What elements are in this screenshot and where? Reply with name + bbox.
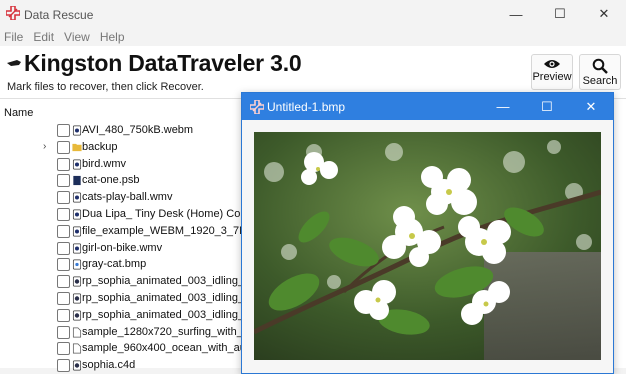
device-title: Kingston DataTraveler 3.0: [24, 50, 302, 76]
video-file-icon: [72, 192, 82, 203]
menu-help[interactable]: Help: [100, 30, 125, 44]
file-name: cat-one.psb: [82, 174, 140, 187]
media-file-icon: [72, 310, 82, 321]
file-checkbox[interactable]: [57, 191, 70, 205]
blank-file-icon: [72, 327, 82, 338]
file-checkbox[interactable]: [57, 308, 70, 322]
file-row[interactable]: cats-play-ball.wmv: [40, 189, 260, 206]
preview-image: [254, 132, 601, 360]
search-button-label: Search: [582, 75, 618, 87]
image-file-icon: [72, 259, 82, 270]
preview-close-button[interactable]: ✕: [569, 93, 613, 120]
menu-edit[interactable]: Edit: [33, 30, 54, 44]
preview-app-logo-icon: [250, 100, 264, 114]
minimize-button[interactable]: —: [494, 0, 538, 28]
file-row[interactable]: cat-one.psb: [40, 172, 260, 189]
instructions-text: Mark files to recover, then click Recove…: [7, 81, 204, 93]
file-name: sample_1280x720_surfing_with_a: [82, 325, 249, 338]
maximize-icon: ☐: [541, 98, 553, 114]
file-checkbox[interactable]: [57, 292, 70, 305]
media-file-icon: [72, 293, 82, 304]
preview-button-label: Preview: [532, 71, 572, 83]
file-checkbox[interactable]: [57, 157, 70, 171]
file-name: file_example_WEBM_1920_3_7M: [82, 224, 249, 237]
app-title: Data Rescue: [24, 8, 94, 22]
close-icon: ✕: [585, 98, 597, 114]
video-file-icon: [72, 226, 82, 237]
file-checkbox[interactable]: [57, 140, 70, 154]
menu-file[interactable]: File: [4, 30, 23, 44]
file-row[interactable]: file_example_WEBM_1920_3_7M: [40, 223, 260, 240]
video-file-icon: [72, 209, 82, 220]
menu-bar: File Edit View Help: [0, 30, 131, 46]
blossom-photo: [254, 132, 601, 360]
file-row[interactable]: rp_sophia_animated_003_idling_: [40, 307, 260, 324]
document-file-icon: [73, 176, 81, 186]
file-checkbox[interactable]: [57, 325, 70, 339]
file-name: rp_sophia_animated_003_idling_: [82, 308, 245, 321]
file-checkbox[interactable]: [57, 241, 70, 255]
preview-window: Untitled-1.bmp — ☐ ✕: [241, 92, 614, 374]
close-icon: ✕: [598, 6, 610, 21]
file-name: cats-play-ball.wmv: [82, 191, 173, 204]
file-checkbox[interactable]: [57, 224, 70, 238]
usb-drive-icon: [7, 60, 21, 66]
file-row[interactable]: sample_1280x720_surfing_with_a: [40, 324, 260, 341]
preview-maximize-button[interactable]: ☐: [525, 93, 569, 120]
file-row[interactable]: bird.wmv: [40, 156, 260, 173]
file-name: gray-cat.bmp: [82, 258, 147, 271]
search-button[interactable]: Search: [579, 54, 621, 90]
file-checkbox[interactable]: [57, 208, 70, 221]
file-name: Dua Lipa_ Tiny Desk (Home) Cor: [82, 208, 245, 220]
file-name: sophia.c4d: [82, 359, 136, 372]
file-name: girl-on-bike.wmv: [82, 241, 163, 254]
preview-minimize-button[interactable]: —: [481, 93, 525, 120]
preview-title: Untitled-1.bmp: [267, 100, 346, 114]
file-row[interactable]: › backup: [40, 139, 260, 156]
file-checkbox[interactable]: [57, 359, 70, 373]
file-name: backup: [82, 140, 118, 153]
file-row[interactable]: Dua Lipa_ Tiny Desk (Home) Cor: [40, 206, 260, 223]
eye-icon: [544, 60, 560, 68]
file-name: sample_960x400_ocean_with_au: [82, 342, 246, 355]
file-checkbox[interactable]: [57, 342, 70, 356]
file-name: AVI_480_750kB.webm: [82, 124, 194, 136]
file-row[interactable]: AVI_480_750kB.webm: [40, 122, 260, 139]
file-name: bird.wmv: [82, 157, 127, 170]
maximize-icon: ☐: [554, 6, 566, 21]
title-bar: Data Rescue — ☐ ✕: [0, 0, 626, 28]
video-file-icon: [72, 159, 82, 170]
minimize-icon: —: [496, 99, 510, 114]
file-row[interactable]: sophia.c4d: [40, 357, 260, 374]
preview-title-bar: Untitled-1.bmp — ☐ ✕: [242, 93, 613, 120]
file-name: rp_sophia_animated_003_idling_: [82, 292, 245, 304]
file-row[interactable]: rp_sophia_animated_003_idling_: [40, 290, 260, 307]
video-file-icon: [72, 243, 82, 254]
file-row[interactable]: gray-cat.bmp: [40, 256, 260, 273]
file-row[interactable]: sample_960x400_ocean_with_au: [40, 340, 260, 357]
app-logo-icon: [6, 6, 20, 20]
search-icon: [592, 58, 608, 74]
preview-button[interactable]: Preview: [531, 54, 573, 90]
media-file-icon: [72, 276, 82, 287]
menu-view[interactable]: View: [64, 30, 90, 44]
media-file-icon: [72, 360, 82, 371]
file-row[interactable]: rp_sophia_animated_003_idling_: [40, 273, 260, 290]
maximize-button[interactable]: ☐: [538, 0, 582, 28]
file-checkbox[interactable]: [57, 174, 70, 188]
file-row[interactable]: girl-on-bike.wmv: [40, 240, 260, 257]
minimize-icon: —: [509, 6, 523, 22]
folder-icon: [72, 143, 82, 151]
expand-chevron-icon[interactable]: ›: [43, 141, 46, 152]
column-header-name[interactable]: Name: [4, 107, 33, 119]
video-file-icon: [72, 125, 82, 136]
file-checkbox[interactable]: [57, 124, 70, 137]
file-name: rp_sophia_animated_003_idling_: [82, 275, 245, 288]
file-checkbox[interactable]: [57, 275, 70, 289]
file-checkbox[interactable]: [57, 258, 70, 272]
close-button[interactable]: ✕: [582, 0, 626, 28]
blank-file-icon: [72, 343, 82, 354]
